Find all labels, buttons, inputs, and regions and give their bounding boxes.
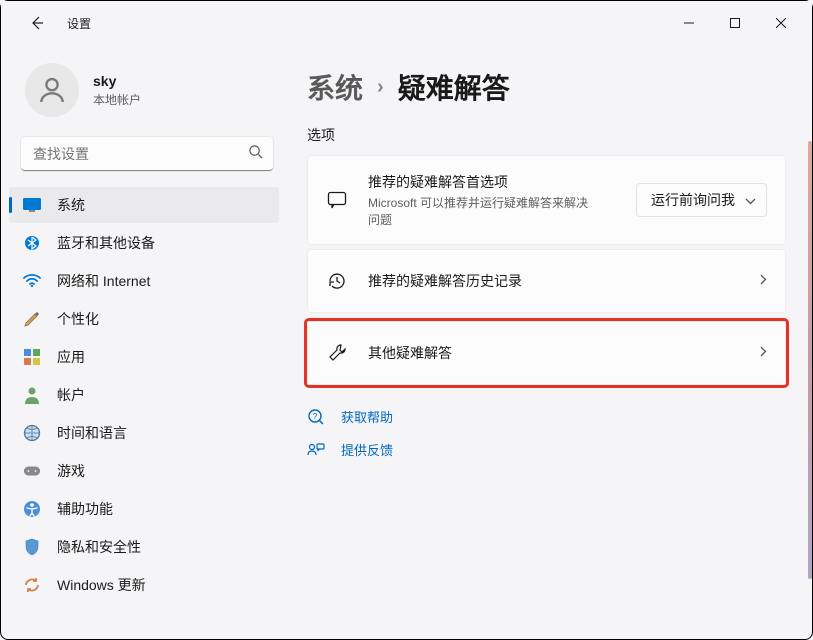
sidebar-item-label: 网络和 Internet (57, 271, 150, 291)
chevron-right-icon (760, 272, 767, 290)
sidebar-item-network[interactable]: 网络和 Internet (9, 263, 279, 299)
sidebar-item-privacy[interactable]: 隐私和安全性 (9, 529, 279, 565)
search-icon (248, 144, 263, 164)
chat-icon (326, 189, 348, 211)
feedback-icon (307, 441, 325, 459)
bluetooth-icon (23, 234, 41, 252)
link-label: 提供反馈 (341, 440, 393, 459)
window-controls (666, 7, 804, 39)
titlebar: 设置 (1, 1, 812, 45)
card-title: 推荐的疑难解答首选项 (368, 172, 636, 192)
sidebar-item-time[interactable]: 时间和语言 (9, 415, 279, 451)
sidebar-item-label: 应用 (57, 347, 85, 367)
wrench-icon (326, 342, 348, 364)
gamepad-icon (23, 462, 41, 480)
maximize-button[interactable] (712, 7, 758, 39)
card-title: 推荐的疑难解答历史记录 (368, 271, 760, 291)
close-button[interactable] (758, 7, 804, 39)
breadcrumb: 系统 › 疑难解答 (307, 67, 786, 107)
sidebar-item-label: 个性化 (57, 309, 99, 329)
breadcrumb-root[interactable]: 系统 (307, 67, 363, 107)
chevron-down-icon (745, 192, 756, 208)
card-subtitle: Microsoft 可以推荐并运行疑难解答来解决问题 (368, 194, 598, 228)
sidebar-item-apps[interactable]: 应用 (9, 339, 279, 375)
person-icon (23, 386, 41, 404)
sidebar-item-label: 辅助功能 (57, 499, 113, 519)
user-icon (36, 74, 68, 106)
user-name: sky (93, 73, 141, 89)
sidebar-item-accessibility[interactable]: 辅助功能 (9, 491, 279, 527)
card-title: 其他疑难解答 (368, 343, 760, 363)
sidebar-item-personalize[interactable]: 个性化 (9, 301, 279, 337)
svg-text:?: ? (313, 412, 318, 421)
sidebar-item-accounts[interactable]: 帐户 (9, 377, 279, 413)
link-label: 获取帮助 (341, 407, 393, 426)
sidebar-item-label: 帐户 (57, 385, 85, 405)
user-block[interactable]: sky 本地帐户 (1, 45, 289, 137)
card-history[interactable]: 推荐的疑难解答历史记录 (307, 249, 786, 313)
sidebar-item-label: 蓝牙和其他设备 (57, 233, 155, 253)
preference-dropdown[interactable]: 运行前询问我 (636, 183, 767, 217)
breadcrumb-current: 疑难解答 (398, 67, 510, 107)
back-arrow-icon (29, 15, 45, 31)
avatar (25, 63, 79, 117)
globe-clock-icon (23, 424, 41, 442)
shield-icon (23, 538, 41, 556)
section-label: 选项 (307, 125, 786, 145)
side-color-strip (808, 141, 812, 579)
feedback-link[interactable]: 提供反馈 (307, 440, 786, 459)
sidebar-item-label: 游戏 (57, 461, 85, 481)
back-button[interactable] (21, 7, 53, 39)
wifi-icon (23, 272, 41, 290)
paintbrush-icon (23, 310, 41, 328)
user-account-type: 本地帐户 (93, 91, 141, 108)
search-input[interactable] (21, 137, 273, 171)
sidebar-item-system[interactable]: 系统 (9, 187, 279, 223)
chevron-right-icon: › (377, 76, 384, 99)
help-link[interactable]: ? 获取帮助 (307, 407, 786, 426)
nav-list: 系统 蓝牙和其他设备 网络和 Internet 个性化 应用 帐户 (1, 187, 289, 603)
accessibility-icon (23, 500, 41, 518)
dropdown-value: 运行前询问我 (651, 190, 735, 210)
help-icon: ? (307, 408, 325, 426)
apps-icon (23, 348, 41, 366)
system-icon (23, 196, 41, 214)
search-wrap (21, 137, 273, 171)
close-icon (776, 18, 786, 28)
maximize-icon (730, 18, 740, 28)
sidebar-item-label: 时间和语言 (57, 423, 127, 443)
minimize-icon (684, 18, 694, 28)
window-title: 设置 (67, 15, 91, 32)
sidebar-item-label: 隐私和安全性 (57, 537, 141, 557)
sidebar-item-bluetooth[interactable]: 蓝牙和其他设备 (9, 225, 279, 261)
update-icon (23, 576, 41, 594)
minimize-button[interactable] (666, 7, 712, 39)
sidebar-item-label: 系统 (57, 195, 85, 215)
card-other-troubleshooters[interactable]: 其他疑难解答 (307, 321, 786, 385)
sidebar: sky 本地帐户 系统 蓝牙和其他设备 网络和 Internet (1, 45, 297, 639)
sidebar-item-update[interactable]: Windows 更新 (9, 567, 279, 603)
sidebar-item-gaming[interactable]: 游戏 (9, 453, 279, 489)
history-icon (326, 270, 348, 292)
main-content: 系统 › 疑难解答 选项 推荐的疑难解答首选项 Microsoft 可以推荐并运… (297, 45, 812, 639)
card-recommended-preferences[interactable]: 推荐的疑难解答首选项 Microsoft 可以推荐并运行疑难解答来解决问题 运行… (307, 155, 786, 245)
chevron-right-icon (760, 344, 767, 362)
sidebar-item-label: Windows 更新 (57, 575, 146, 595)
footer-links: ? 获取帮助 提供反馈 (307, 407, 786, 459)
